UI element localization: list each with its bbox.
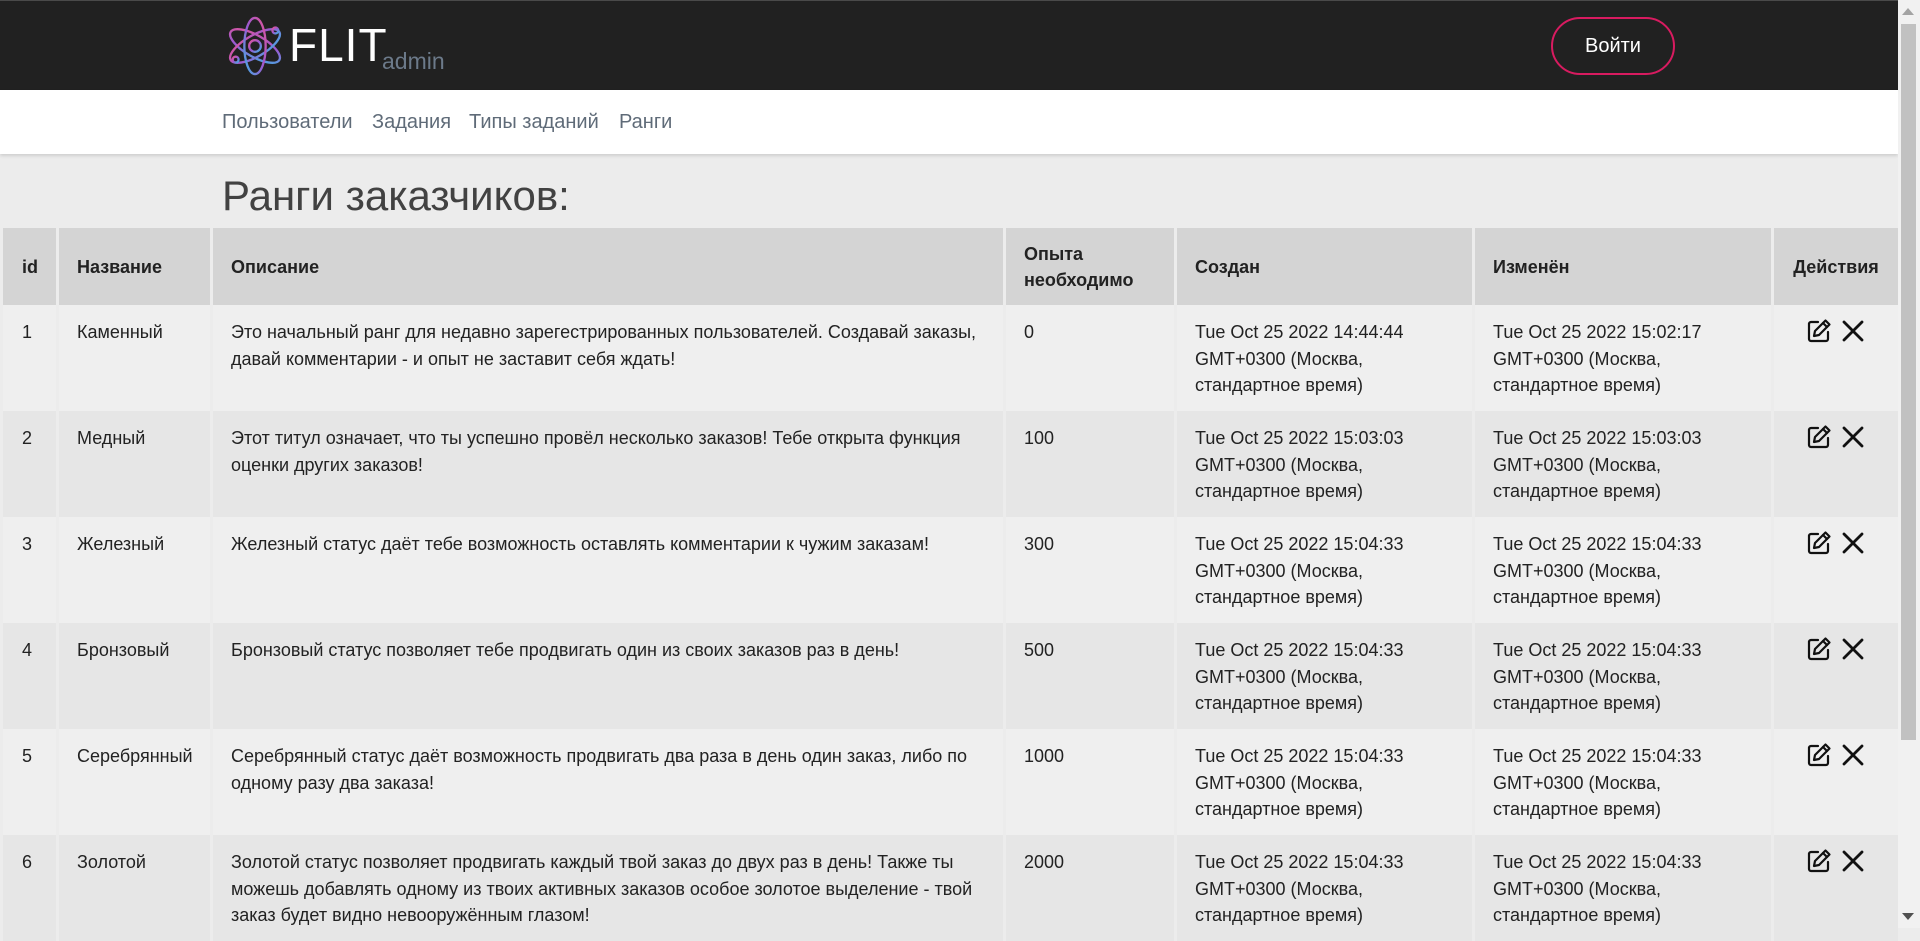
table-row: 3 Железный Железный статус даёт тебе возмо… — [3, 517, 1898, 623]
cell-created: Tue Oct 25 2022 15:04:33 GMT+0300 (Москв… — [1177, 835, 1472, 941]
scroll-up-arrow-icon[interactable] — [1902, 8, 1914, 15]
nav-ranks-link[interactable]: Ранги — [619, 110, 672, 134]
column-header-description[interactable]: Описание — [213, 228, 1003, 305]
cell-actions — [1774, 517, 1898, 623]
cell-description: Этот титул означает, что ты успешно пров… — [213, 411, 1003, 517]
cell-created: Tue Oct 25 2022 15:04:33 GMT+0300 (Москв… — [1177, 729, 1472, 835]
cell-exp: 500 — [1006, 623, 1174, 729]
cell-description: Серебрянный статус даёт возможность прод… — [213, 729, 1003, 835]
cell-updated: Tue Oct 25 2022 15:02:17 GMT+0300 (Москв… — [1475, 305, 1771, 411]
cell-actions — [1774, 835, 1898, 941]
table-row: 2 Медный Этот титул означает, что ты успеш… — [3, 411, 1898, 517]
edit-icon[interactable] — [1803, 527, 1835, 559]
column-header-created[interactable]: Создан — [1177, 228, 1472, 305]
cell-name: Медный — [59, 411, 210, 517]
table-header-row: id Название Описание Опыта необходимо Со… — [3, 228, 1898, 305]
cell-actions — [1774, 411, 1898, 517]
cell-description: Бронзовый статус позволяет тебе продвига… — [213, 623, 1003, 729]
cell-created: Tue Oct 25 2022 15:04:33 GMT+0300 (Москв… — [1177, 517, 1472, 623]
cell-updated: Tue Oct 25 2022 15:04:33 GMT+0300 (Москв… — [1475, 517, 1771, 623]
cell-updated: Tue Oct 25 2022 15:03:03 GMT+0300 (Москв… — [1475, 411, 1771, 517]
edit-icon[interactable] — [1803, 315, 1835, 347]
cell-exp: 1000 — [1006, 729, 1174, 835]
top-header: FLIT admin Войти — [0, 0, 1898, 90]
scroll-down-arrow-icon[interactable] — [1902, 913, 1914, 920]
edit-icon[interactable] — [1803, 845, 1835, 877]
delete-icon[interactable] — [1837, 421, 1869, 453]
cell-description: Железный статус даёт тебе возможность ос… — [213, 517, 1003, 623]
cell-id: 2 — [3, 411, 56, 517]
cell-exp: 300 — [1006, 517, 1174, 623]
nav-users-link[interactable]: Пользователи — [222, 110, 353, 134]
edit-icon[interactable] — [1803, 633, 1835, 665]
cell-updated: Tue Oct 25 2022 15:04:33 GMT+0300 (Москв… — [1475, 623, 1771, 729]
cell-actions — [1774, 623, 1898, 729]
cell-id: 4 — [3, 623, 56, 729]
delete-icon[interactable] — [1837, 845, 1869, 877]
cell-actions — [1774, 729, 1898, 835]
cell-created: Tue Oct 25 2022 15:03:03 GMT+0300 (Москв… — [1177, 411, 1472, 517]
table-row: 4 Бронзовый Бронзовый статус позволяет теб… — [3, 623, 1898, 729]
cell-exp: 100 — [1006, 411, 1174, 517]
cell-exp: 0 — [1006, 305, 1174, 411]
login-button[interactable]: Войти — [1551, 17, 1675, 75]
cell-updated: Tue Oct 25 2022 15:04:33 GMT+0300 (Москв… — [1475, 729, 1771, 835]
column-header-updated[interactable]: Изменён — [1475, 228, 1771, 305]
cell-id: 3 — [3, 517, 56, 623]
cell-id: 6 — [3, 835, 56, 941]
scrollbar-thumb[interactable] — [1901, 24, 1916, 740]
column-header-actions: Действия — [1774, 228, 1898, 305]
cell-id: 5 — [3, 729, 56, 835]
nav-task-types-link[interactable]: Типы заданий — [469, 110, 599, 134]
delete-icon[interactable] — [1837, 739, 1869, 771]
cell-created: Tue Oct 25 2022 14:44:44 GMT+0300 (Москв… — [1177, 305, 1472, 411]
column-header-id[interactable]: id — [3, 228, 56, 305]
atom-logo-icon — [228, 16, 282, 76]
delete-icon[interactable] — [1837, 315, 1869, 347]
cell-description: Это начальный ранг для недавно зарегестр… — [213, 305, 1003, 411]
cell-name: Серебрянный — [59, 729, 210, 835]
table-row: 1 Каменный Это начальный ранг для недавно … — [3, 305, 1898, 411]
table-row: 5 Серебрянный Серебрянный статус даёт возм… — [3, 729, 1898, 835]
section-nav: Пользователи Задания Типы заданий Ранги — [0, 90, 1898, 154]
column-header-exp[interactable]: Опыта необходимо — [1006, 228, 1174, 305]
ranks-table: id Название Описание Опыта необходимо Со… — [0, 228, 1901, 941]
delete-icon[interactable] — [1837, 527, 1869, 559]
cell-name: Золотой — [59, 835, 210, 941]
brand-subtitle: admin — [382, 48, 445, 74]
cell-actions — [1774, 305, 1898, 411]
cell-updated: Tue Oct 25 2022 15:04:33 GMT+0300 (Москв… — [1475, 835, 1771, 941]
edit-icon[interactable] — [1803, 421, 1835, 453]
cell-created: Tue Oct 25 2022 15:04:33 GMT+0300 (Москв… — [1177, 623, 1472, 729]
column-header-name[interactable]: Название — [59, 228, 210, 305]
brand-title: FLIT — [289, 19, 388, 71]
cell-name: Бронзовый — [59, 623, 210, 729]
delete-icon[interactable] — [1837, 633, 1869, 665]
cell-name: Каменный — [59, 305, 210, 411]
edit-icon[interactable] — [1803, 739, 1835, 771]
cell-description: Золотой статус позволяет продвигать кажд… — [213, 835, 1003, 941]
table-row: 6 Золотой Золотой статус позволяет продвиг… — [3, 835, 1898, 941]
cell-name: Железный — [59, 517, 210, 623]
cell-id: 1 — [3, 305, 56, 411]
page-title: Ранги заказчиков: — [222, 172, 570, 219]
nav-tasks-link[interactable]: Задания — [372, 110, 451, 134]
cell-exp: 2000 — [1006, 835, 1174, 941]
